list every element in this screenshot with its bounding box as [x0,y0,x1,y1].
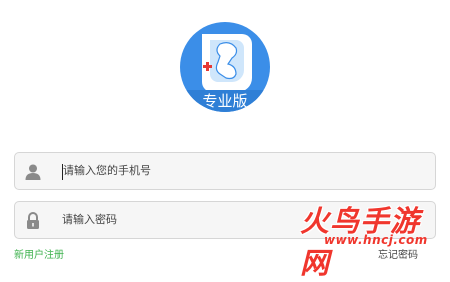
phone-field[interactable]: 请输入您的手机号 [14,152,436,190]
phone-placeholder: 请输入您的手机号 [63,164,151,177]
lock-icon [27,212,39,229]
watermark: 火鸟手游网 www.hncj.com [300,198,446,280]
user-icon [25,164,41,180]
password-placeholder: 请输入密码 [62,213,117,226]
register-link[interactable]: 新用户注册 [14,246,64,261]
logo-badge-text: 专业版 [202,92,247,110]
app-logo: 专业版 [180,22,270,112]
watermark-url: www.hncj.com [324,233,428,247]
